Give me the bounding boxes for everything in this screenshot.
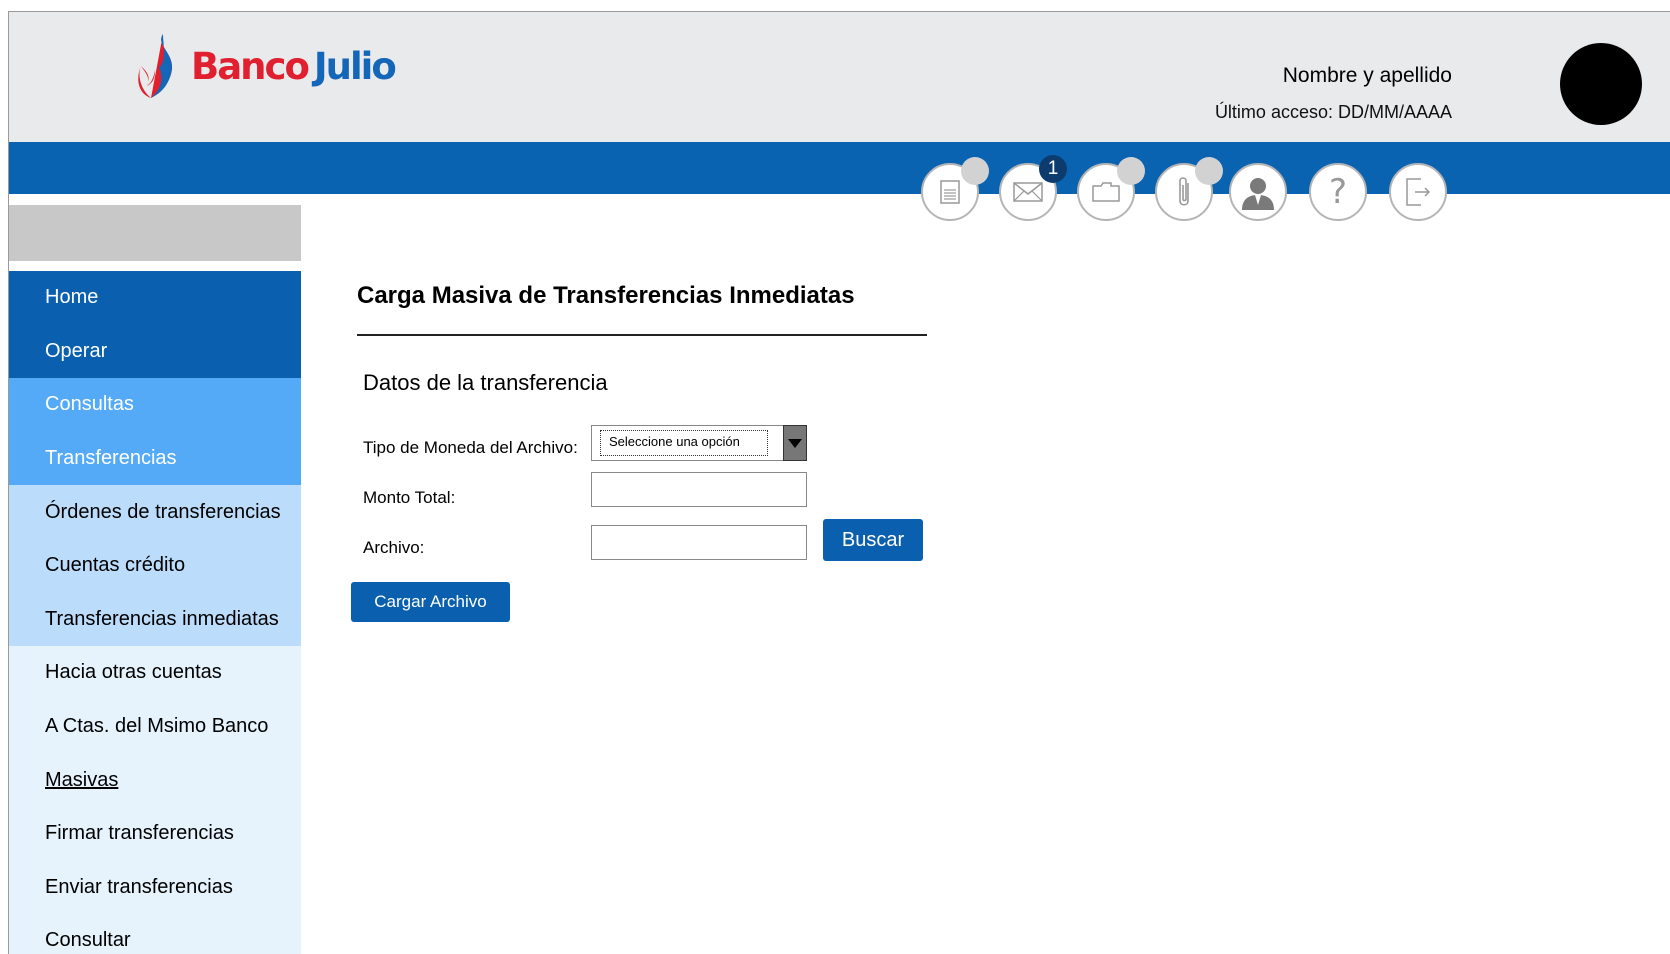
- app-frame: Banco Julio Nombre y apellido Último acce…: [8, 11, 1670, 954]
- avatar[interactable]: [1560, 43, 1642, 125]
- amount-input[interactable]: [591, 472, 807, 507]
- sidebar-item-label: Masivas: [45, 768, 119, 791]
- paperclip-icon: [1179, 177, 1189, 206]
- dropdown-button[interactable]: [783, 425, 807, 461]
- help-button[interactable]: ?: [1309, 163, 1367, 221]
- notification-badge: [1195, 157, 1223, 185]
- sidebar-item-label: Transferencias inmediatas: [45, 607, 279, 630]
- sidebar: Home Operar Consultas Transferencias Órd…: [9, 271, 301, 954]
- brand-name: Banco Julio: [191, 44, 397, 88]
- logout-icon: [1406, 178, 1431, 206]
- profile-button[interactable]: [1229, 163, 1287, 221]
- sidebar-item-label: Enviar transferencias: [45, 875, 233, 898]
- section-title: Datos de la transferencia: [363, 370, 608, 395]
- sidebar-item-ordenes-transferencias[interactable]: Órdenes de transferencias: [9, 485, 301, 539]
- currency-select[interactable]: Seleccione una opción: [591, 425, 807, 461]
- chevron-down-icon: [788, 438, 802, 448]
- sidebar-item-label: Consultas: [45, 393, 134, 416]
- sidebar-item-transferencias-inmediatas[interactable]: Transferencias inmediatas: [9, 592, 301, 647]
- help-icon: ?: [1328, 172, 1348, 212]
- user-icon: [1242, 178, 1274, 210]
- sidebar-item-firmar-transferencias[interactable]: Firmar transferencias: [9, 806, 301, 861]
- sidebar-item-operar[interactable]: Operar: [9, 324, 301, 379]
- sidebar-item-home[interactable]: Home: [9, 271, 301, 325]
- upload-file-button[interactable]: Cargar Archivo: [351, 582, 510, 622]
- header: Banco Julio Nombre y apellido Último acce…: [9, 12, 1670, 142]
- sidebar-item-cuentas-credito[interactable]: Cuentas crédito: [9, 538, 301, 593]
- mail-count-badge: 1: [1039, 155, 1067, 183]
- brand-logo[interactable]: Banco Julio: [137, 32, 397, 100]
- sidebar-item-label: A Ctas. del Msimo Banco: [45, 715, 269, 738]
- sidebar-item-label: Operar: [45, 339, 108, 362]
- notification-badge: [1117, 157, 1145, 185]
- sidebar-item-transferencias[interactable]: Transferencias: [9, 431, 301, 486]
- sidebar-item-label: Órdenes de transferencias: [45, 500, 281, 523]
- sidebar-item-consultas[interactable]: Consultas: [9, 378, 301, 432]
- sidebar-header: [9, 205, 301, 261]
- sidebar-item-label: Consultar: [45, 929, 131, 952]
- sidebar-item-hacia-otras-cuentas[interactable]: Hacia otras cuentas: [9, 646, 301, 700]
- sidebar-item-label: Transferencias: [45, 447, 177, 470]
- folder-button[interactable]: [1077, 157, 1145, 221]
- file-label: Archivo:: [363, 538, 425, 557]
- sidebar-item-masivas[interactable]: Masivas: [9, 753, 301, 807]
- user-name: Nombre y apellido: [1282, 64, 1452, 87]
- flame-logo-icon: [138, 34, 173, 98]
- last-access: Último acceso: DD/MM/AAAA: [1214, 102, 1452, 122]
- sidebar-item-label: Home: [45, 286, 99, 309]
- title-divider: [357, 334, 927, 336]
- sidebar-item-label: Cuentas crédito: [45, 554, 186, 577]
- sidebar-item-label: Hacia otras cuentas: [45, 661, 222, 684]
- notification-badge: [961, 157, 989, 185]
- sidebar-item-mismo-banco[interactable]: A Ctas. del Msimo Banco: [9, 699, 301, 754]
- search-button[interactable]: Buscar: [823, 519, 923, 561]
- document-icon: [940, 180, 960, 204]
- currency-label: Tipo de Moneda del Archivo:: [363, 438, 578, 457]
- logout-button[interactable]: [1389, 163, 1447, 221]
- brand-name-part1: Banco: [191, 44, 310, 88]
- sidebar-item-label: Firmar transferencias: [45, 822, 234, 845]
- attachments-button[interactable]: [1155, 157, 1223, 221]
- mail-icon: [1013, 182, 1043, 202]
- sidebar-item-consultar[interactable]: Consultar: [9, 914, 301, 954]
- documents-button[interactable]: [921, 157, 989, 221]
- brand-name-part2: Julio: [313, 44, 397, 88]
- messages-button[interactable]: 1: [999, 155, 1067, 221]
- currency-select-value: Seleccione una opción: [600, 430, 768, 456]
- folder-icon: [1092, 182, 1120, 202]
- amount-label: Monto Total:: [363, 488, 456, 507]
- file-input[interactable]: [591, 525, 807, 560]
- sidebar-item-enviar-transferencias[interactable]: Enviar transferencias: [9, 860, 301, 915]
- page-title: Carga Masiva de Transferencias Inmediata…: [357, 282, 855, 309]
